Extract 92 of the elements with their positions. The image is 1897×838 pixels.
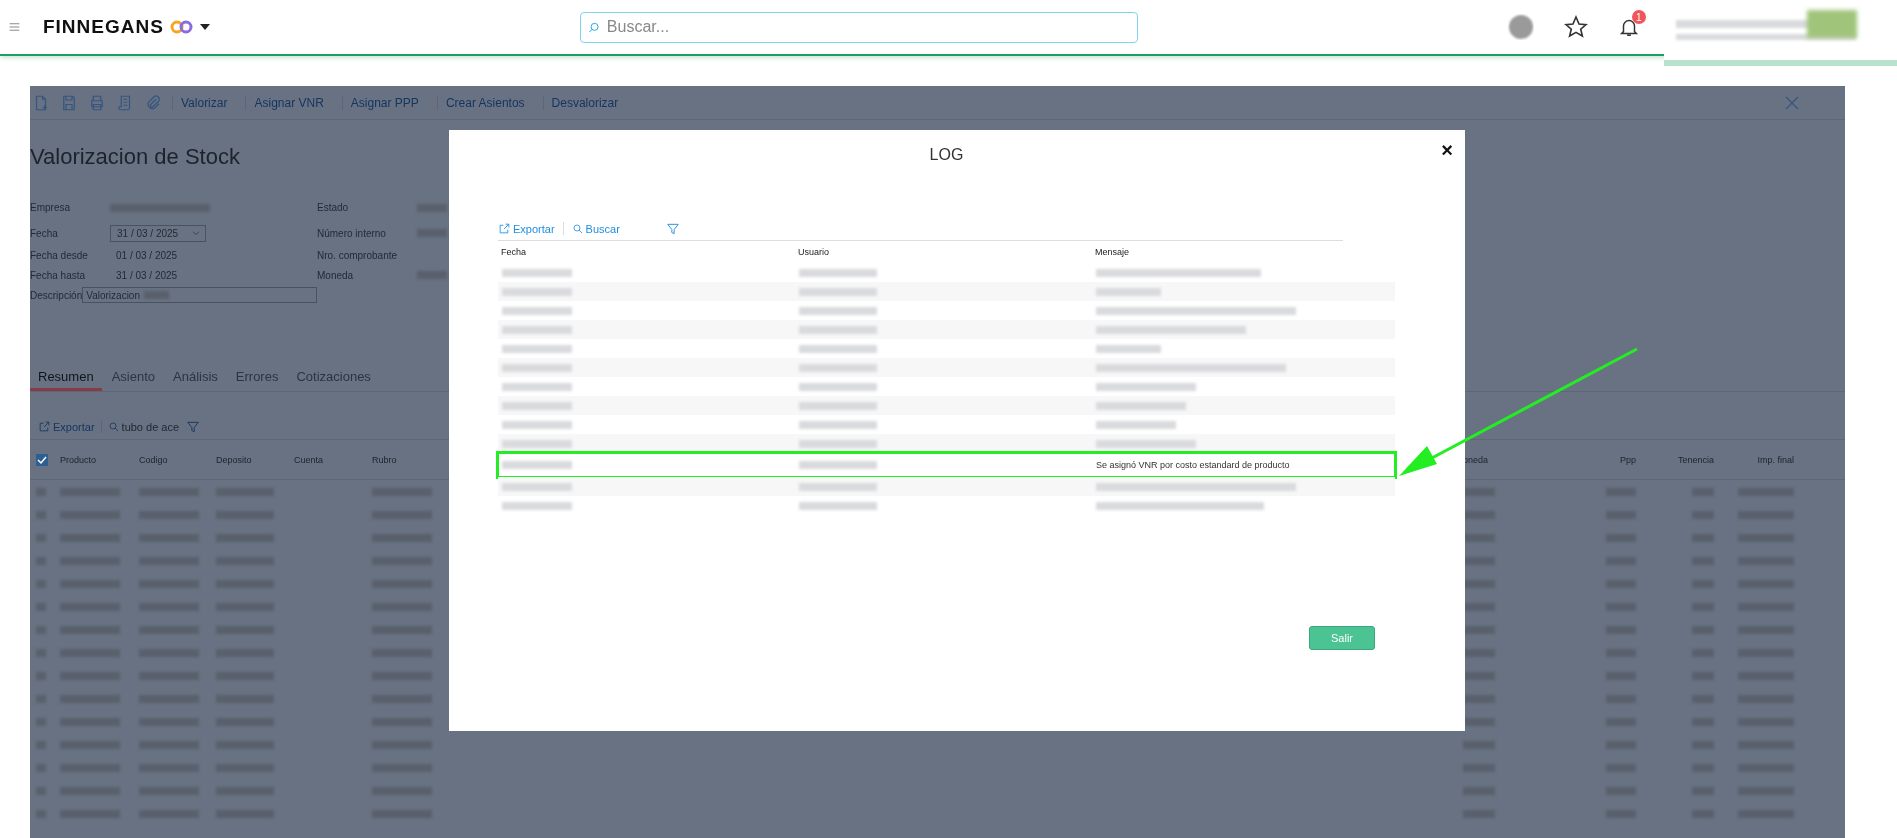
column-header: Usuario: [797, 247, 830, 257]
toolbar-action[interactable]: Desvalorizar: [542, 95, 627, 110]
filter-icon[interactable]: [185, 419, 200, 434]
column-header: Fecha: [500, 247, 527, 257]
date-value: 31 / 03 / 2025: [115, 269, 178, 281]
redacted-text: [1096, 344, 1161, 353]
chevron-down-icon: [191, 228, 201, 238]
redacted-text: [502, 363, 572, 372]
redacted-text: [1463, 510, 1495, 519]
save-icon: [60, 93, 78, 112]
column-header: Codigo: [139, 454, 169, 465]
caret-icon[interactable]: [199, 24, 210, 30]
redacted-text: [502, 401, 572, 410]
redacted-text: [1463, 533, 1495, 542]
redacted-text: [1463, 602, 1495, 611]
search-icon: [571, 222, 584, 235]
toolbar-action[interactable]: Asignar VNR: [245, 95, 332, 110]
redacted-text: [1463, 625, 1495, 634]
close-button[interactable]: ×: [1441, 140, 1453, 160]
field-label: Empresa: [30, 202, 71, 213]
notification-badge: 1: [1631, 10, 1646, 24]
export-link[interactable]: Exportar: [38, 420, 102, 433]
redacted-text: [502, 461, 572, 469]
tab[interactable]: Errores: [227, 365, 287, 391]
log-message: Se asignó VNR por costo estandard de producto: [1095, 460, 1291, 470]
field-label: Fecha hasta: [30, 269, 87, 281]
column-header: Ppp: [1619, 454, 1637, 465]
paperclip-icon: [144, 93, 162, 112]
redacted-text: [502, 325, 572, 334]
dialog-title: LOG: [928, 146, 965, 164]
redacted-text: [502, 382, 572, 391]
column-header: Rubro: [372, 454, 398, 465]
filter-icon[interactable]: [665, 221, 680, 236]
redacted-text: [1463, 671, 1495, 680]
column-header: Producto: [60, 454, 98, 465]
search-field[interactable]: Buscar...: [579, 11, 1138, 43]
field-label: Moneda: [317, 269, 355, 281]
toolbar-action[interactable]: Valorizar: [172, 95, 236, 110]
field-label: Número interno: [317, 227, 387, 239]
tab[interactable]: Análisis: [165, 365, 226, 391]
sphere-icon[interactable]: [1507, 14, 1534, 40]
redacted-text: [502, 482, 572, 491]
field-label: Nro. comprobante: [317, 249, 399, 261]
redacted-text: [502, 287, 572, 296]
redacted-text: [502, 420, 572, 429]
exit-button[interactable]: Salir: [1309, 626, 1375, 650]
redacted-text: [502, 439, 572, 448]
column-header: oneda: [1463, 454, 1490, 465]
field-label: Fecha: [30, 227, 59, 239]
redacted-text: [1463, 579, 1495, 588]
date-value: 01 / 03 / 2025: [115, 249, 178, 261]
checkbox[interactable]: [36, 453, 48, 466]
tab[interactable]: Cotizaciones: [288, 365, 379, 391]
redacted-text: [502, 501, 572, 510]
brand-name: FINNEGANS: [42, 16, 164, 38]
search-icon: [586, 20, 601, 35]
toolbar-action[interactable]: Crear Asientos: [436, 95, 533, 110]
column-header: Tenencia: [1676, 454, 1715, 465]
toolbar-action[interactable]: Asignar PPP: [341, 95, 427, 110]
field-label: Fecha desde: [30, 249, 89, 261]
column-header: Imp. final: [1756, 454, 1795, 465]
search-icon: [107, 420, 120, 433]
redacted-text: [1096, 287, 1161, 296]
page-title: Valorizacion de Stock: [30, 144, 240, 170]
user-menu[interactable]: [1663, 0, 1897, 66]
search-link[interactable]: Buscar: [571, 222, 628, 235]
external-link-icon: [498, 222, 511, 235]
redacted-text: [502, 306, 572, 315]
column-header: Deposito: [216, 454, 253, 465]
star-icon: [1563, 15, 1588, 39]
column-header: Cuenta: [294, 454, 325, 465]
date-field[interactable]: 31 / 03 / 2025: [110, 224, 206, 242]
avatar-placeholder: [1807, 10, 1857, 38]
description-field[interactable]: Valorizacion: [82, 287, 317, 303]
export-link[interactable]: Exportar: [498, 222, 564, 235]
column-header: Mensaje: [1094, 247, 1131, 257]
redacted-text: [502, 268, 572, 277]
field-label: Descripción: [30, 289, 83, 301]
redacted-text: [502, 344, 572, 353]
redacted-text: [1463, 556, 1495, 565]
external-link-icon: [38, 420, 51, 433]
redacted-text: [1463, 717, 1495, 726]
redacted-text: [1463, 487, 1495, 496]
print-icon: [88, 93, 106, 112]
grid-search-field[interactable]: tubo de ace: [121, 420, 180, 433]
menu-icon: [8, 20, 21, 34]
redacted-text: [1463, 694, 1495, 703]
tab[interactable]: Resumen: [30, 365, 102, 391]
redacted-text: [1463, 648, 1495, 657]
logo-icon: [169, 20, 194, 34]
tab[interactable]: Asiento: [103, 365, 163, 391]
field-label: Estado: [317, 202, 350, 213]
